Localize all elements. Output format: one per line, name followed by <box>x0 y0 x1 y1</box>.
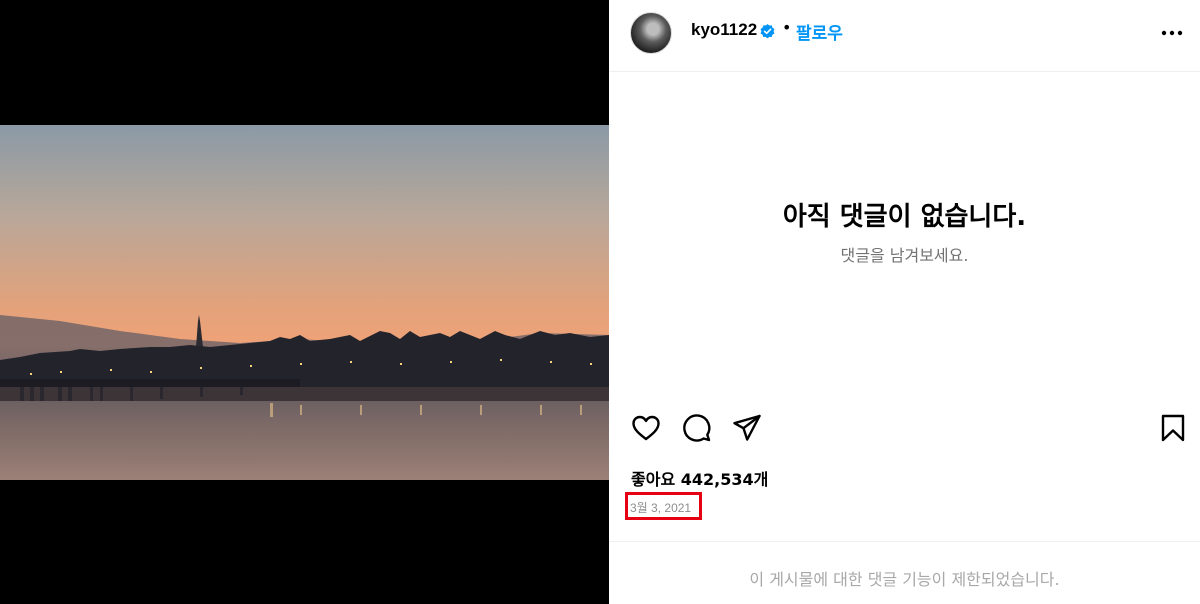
share-icon[interactable] <box>731 412 763 444</box>
comments-restricted-notice: 이 게시물에 대한 댓글 기능이 제한되었습니다. <box>749 570 1060 589</box>
username-link[interactable]: kyo1122 <box>691 20 757 40</box>
post-action-bar <box>609 412 1200 448</box>
more-options-icon[interactable] <box>1159 23 1185 43</box>
verified-badge-icon <box>760 24 775 39</box>
divider <box>609 541 1200 542</box>
post-media[interactable] <box>0 0 609 604</box>
avatar[interactable] <box>630 12 672 54</box>
comments-empty-subtitle: 댓글을 남겨보세요. <box>840 246 969 265</box>
likes-count[interactable]: 좋아요 442,534개 <box>631 466 768 490</box>
heart-icon[interactable] <box>630 412 662 444</box>
post-details-panel: kyo1122 • 팔로우 아직 댓글이 없습니다. 댓글을 남겨보세요. 좋아… <box>609 0 1200 604</box>
post-photo <box>0 125 609 480</box>
post-header: kyo1122 • 팔로우 <box>609 0 1200 72</box>
bookmark-icon[interactable] <box>1157 412 1189 444</box>
comment-icon[interactable] <box>681 412 713 444</box>
comments-empty-title: 아직 댓글이 없습니다. <box>782 202 1027 232</box>
header-separator: • <box>782 18 792 37</box>
follow-button[interactable]: 팔로우 <box>796 19 843 44</box>
post-date[interactable]: 3월 3, 2021 <box>630 499 691 516</box>
